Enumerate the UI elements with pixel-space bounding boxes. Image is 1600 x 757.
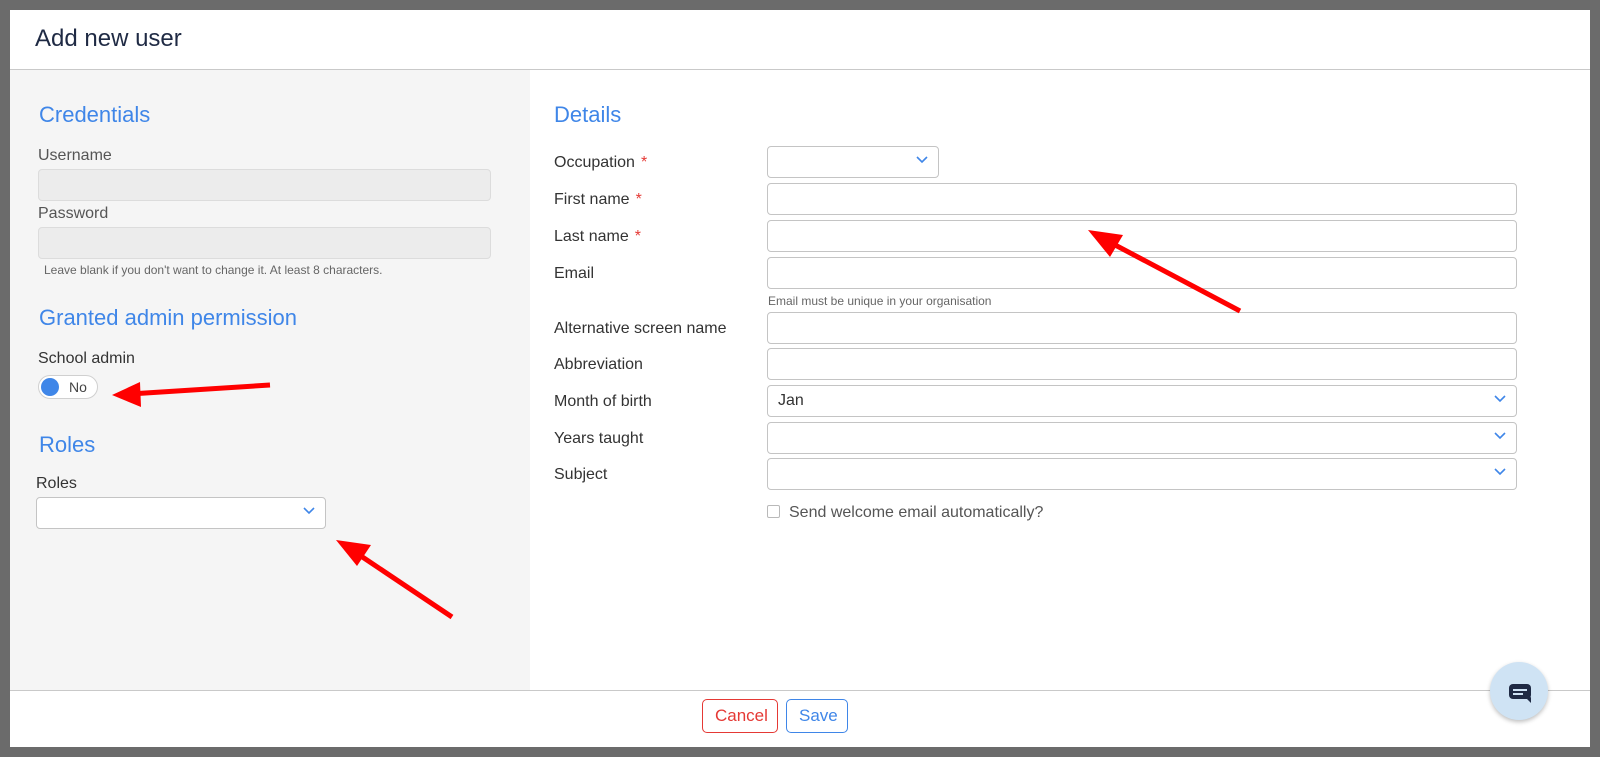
- abbreviation-input[interactable]: [767, 348, 1517, 380]
- required-marker: *: [635, 191, 642, 208]
- email-help-text: Email must be unique in your organisatio…: [768, 294, 992, 308]
- required-marker: *: [634, 228, 641, 245]
- right-pane: [530, 70, 1590, 690]
- email-label: Email: [554, 265, 595, 282]
- add-user-modal: Add new user Credentials Username Passwo…: [10, 10, 1590, 747]
- toggle-state-text: No: [69, 379, 87, 395]
- chevron-down-icon: [1494, 395, 1506, 403]
- last-name-label-text: Last name: [554, 228, 629, 245]
- school-admin-label: School admin: [38, 350, 135, 367]
- chevron-down-icon: [1494, 432, 1506, 440]
- school-admin-toggle[interactable]: No: [38, 375, 98, 399]
- details-heading: Details: [554, 102, 622, 127]
- alt-screen-name-input[interactable]: [767, 312, 1517, 344]
- roles-label: Roles: [36, 475, 77, 492]
- month-of-birth-select[interactable]: Jan: [767, 385, 1517, 417]
- roles-heading: Roles: [39, 432, 96, 457]
- welcome-email-checkbox[interactable]: [767, 505, 780, 518]
- cancel-button[interactable]: Cancel: [702, 699, 778, 733]
- subject-select[interactable]: [767, 458, 1517, 490]
- occupation-label-text: Occupation: [554, 154, 635, 171]
- last-name-label: Last name *: [554, 228, 641, 246]
- modal-footer: Cancel Save: [10, 690, 1590, 747]
- password-input[interactable]: [38, 227, 491, 259]
- month-of-birth-value: Jan: [778, 392, 804, 409]
- chevron-down-icon: [916, 156, 928, 164]
- modal-title: Add new user: [35, 25, 182, 52]
- password-label: Password: [38, 205, 109, 222]
- admin-permission-heading: Granted admin permission: [39, 305, 298, 330]
- abbreviation-label: Abbreviation: [554, 356, 643, 373]
- occupation-select[interactable]: [767, 146, 939, 178]
- alt-screen-name-label: Alternative screen name: [554, 320, 727, 337]
- username-input[interactable]: [38, 169, 491, 201]
- toggle-knob: [41, 378, 59, 396]
- modal-header: Add new user: [10, 10, 1590, 70]
- email-input[interactable]: [767, 257, 1517, 289]
- month-of-birth-label: Month of birth: [554, 393, 652, 410]
- subject-label: Subject: [554, 466, 608, 483]
- years-taught-label: Years taught: [554, 430, 644, 447]
- first-name-label-text: First name: [554, 191, 630, 208]
- password-help-text: Leave blank if you don't want to change …: [44, 263, 383, 277]
- save-button[interactable]: Save: [786, 699, 848, 733]
- last-name-input[interactable]: [767, 220, 1517, 252]
- credentials-heading: Credentials: [39, 102, 151, 127]
- chevron-down-icon: [1494, 468, 1506, 476]
- years-taught-select[interactable]: [767, 422, 1517, 454]
- username-label: Username: [38, 147, 112, 164]
- chevron-down-icon: [303, 507, 315, 515]
- roles-select[interactable]: [36, 497, 326, 529]
- required-marker: *: [640, 154, 648, 171]
- welcome-email-label[interactable]: Send welcome email automatically?: [789, 504, 1043, 522]
- first-name-input[interactable]: [767, 183, 1517, 215]
- chat-icon: [1509, 684, 1531, 703]
- chat-widget-button[interactable]: [1490, 662, 1548, 720]
- first-name-label: First name *: [554, 191, 642, 209]
- occupation-label: Occupation *: [554, 154, 647, 172]
